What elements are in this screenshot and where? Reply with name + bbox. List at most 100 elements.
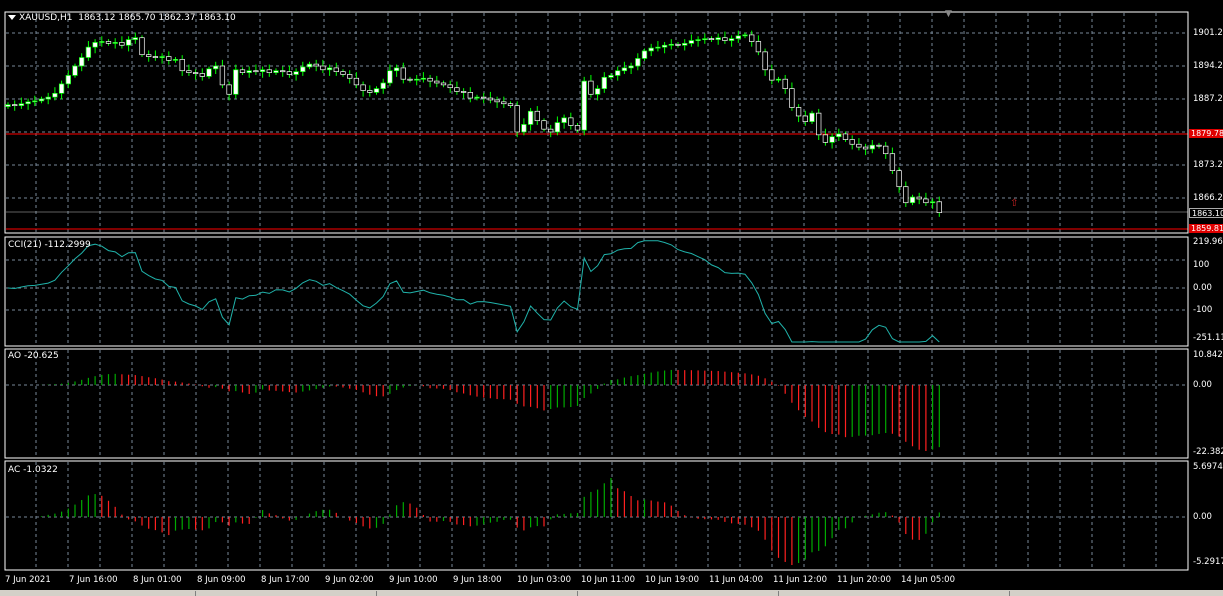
bearish-candle [842,133,849,140]
bearish-candle [119,42,125,46]
bullish-candle [594,88,601,95]
trade-arrow-icon: ⇧ [1010,198,1018,209]
bearish-candle [199,73,205,77]
bearish-candle [434,80,440,84]
bearish-candle [749,34,755,42]
bullish-candle [521,124,527,133]
bullish-candle [132,37,138,40]
window-tab[interactable] [0,591,196,596]
bearish-candle [239,69,246,73]
bullish-candle [25,101,31,105]
cci-panel-frame [4,236,1189,347]
cci-indicator-label: CCI(21) -112.2999 [8,240,91,250]
bearish-candle [333,67,339,73]
bullish-candle [581,80,587,131]
bearish-candle [454,87,460,92]
symbol-label: XAUUSD,H1 [19,13,73,23]
bearish-candle [708,38,715,41]
bullish-candle [561,117,567,123]
bullish-candle [45,96,51,100]
bullish-candle [99,41,105,43]
bearish-candle [856,143,862,148]
time-axis-label: 11 Jun 04:00 [709,575,763,585]
bearish-candle [105,41,112,44]
bullish-candle [112,42,118,44]
bearish-candle [447,84,453,89]
chart-canvas[interactable]: ▼⇧ [0,0,1223,596]
window-tab[interactable] [196,591,377,596]
bearish-candle [507,103,514,106]
price-axis-label: 1887.20 [1193,94,1223,104]
bullish-candle [293,71,299,75]
bearish-candle [722,37,728,41]
bullish-candle [246,70,252,73]
bullish-candle [688,40,695,44]
window-tab[interactable] [779,591,1010,596]
bearish-candle [802,115,808,122]
bullish-candle [527,110,534,125]
bullish-candle [682,43,688,46]
bullish-candle [742,34,748,37]
bullish-candle [92,42,98,48]
bearish-candle [320,65,326,71]
bearish-candle [534,110,540,122]
cci-axis-label: -251.11 [1193,333,1223,343]
bearish-candle [883,145,889,155]
bearish-candle [889,153,896,172]
bullish-candle [85,46,92,58]
bearish-candle [440,82,447,86]
bullish-candle [326,67,333,71]
bearish-candle [353,77,360,86]
time-axis-label: 8 Jun 09:00 [197,575,246,585]
bearish-candle [313,63,319,67]
bullish-candle [628,65,634,69]
bullish-candle [655,46,661,49]
bearish-candle [923,198,929,204]
time-axis-label: 7 Jun 16:00 [69,575,118,585]
bullish-candle [661,44,668,48]
bearish-candle [400,67,406,80]
bearish-candle [782,78,788,89]
bearish-candle [367,90,373,93]
bearish-candle [280,70,286,73]
bullish-candle [206,68,212,77]
level-line-price-tag: 1879.78 [1189,129,1223,138]
time-axis-label: 7 Jun 2021 [5,575,51,585]
bearish-candle [755,41,762,53]
bullish-candle [621,67,628,72]
time-axis-label: 9 Jun 10:00 [389,575,438,585]
ao-axis-label: 10.842 [1193,350,1223,360]
bearish-candle [427,77,433,82]
bullish-candle [420,77,427,80]
ohlc-values: 1863.12 1865.70 1862.37 1863.10 [78,13,236,23]
chart-menu-triangle-icon[interactable] [8,15,16,20]
window-tab[interactable] [578,591,779,596]
bullish-candle [735,35,741,40]
ac-axis-label: 5.6974 [1193,462,1223,472]
cci-axis-label: 0.00 [1193,283,1212,293]
bullish-candle [601,76,607,89]
bullish-candle [52,92,58,98]
bullish-candle [929,201,936,204]
bearish-candle [481,96,487,99]
bearish-candle [795,107,802,117]
bearish-candle [494,99,500,103]
bullish-candle [125,39,132,46]
bullish-candle [608,75,614,78]
ac-axis-label: 0.00 [1193,512,1212,522]
bearish-candle [936,201,942,213]
bullish-candle [79,57,85,67]
bullish-candle [702,38,708,41]
time-axis-label: 10 Jun 19:00 [645,575,699,585]
window-tab[interactable] [377,591,578,596]
bearish-candle [916,196,922,200]
bullish-candle [869,144,875,150]
bullish-candle [38,98,45,102]
bullish-candle [233,69,239,95]
bearish-candle [286,71,293,75]
bullish-candle [18,103,25,106]
bearish-candle [146,54,152,57]
bullish-candle [72,65,78,76]
window-tab-strip[interactable] [0,590,1223,596]
time-axis-label: 10 Jun 11:00 [581,575,635,585]
